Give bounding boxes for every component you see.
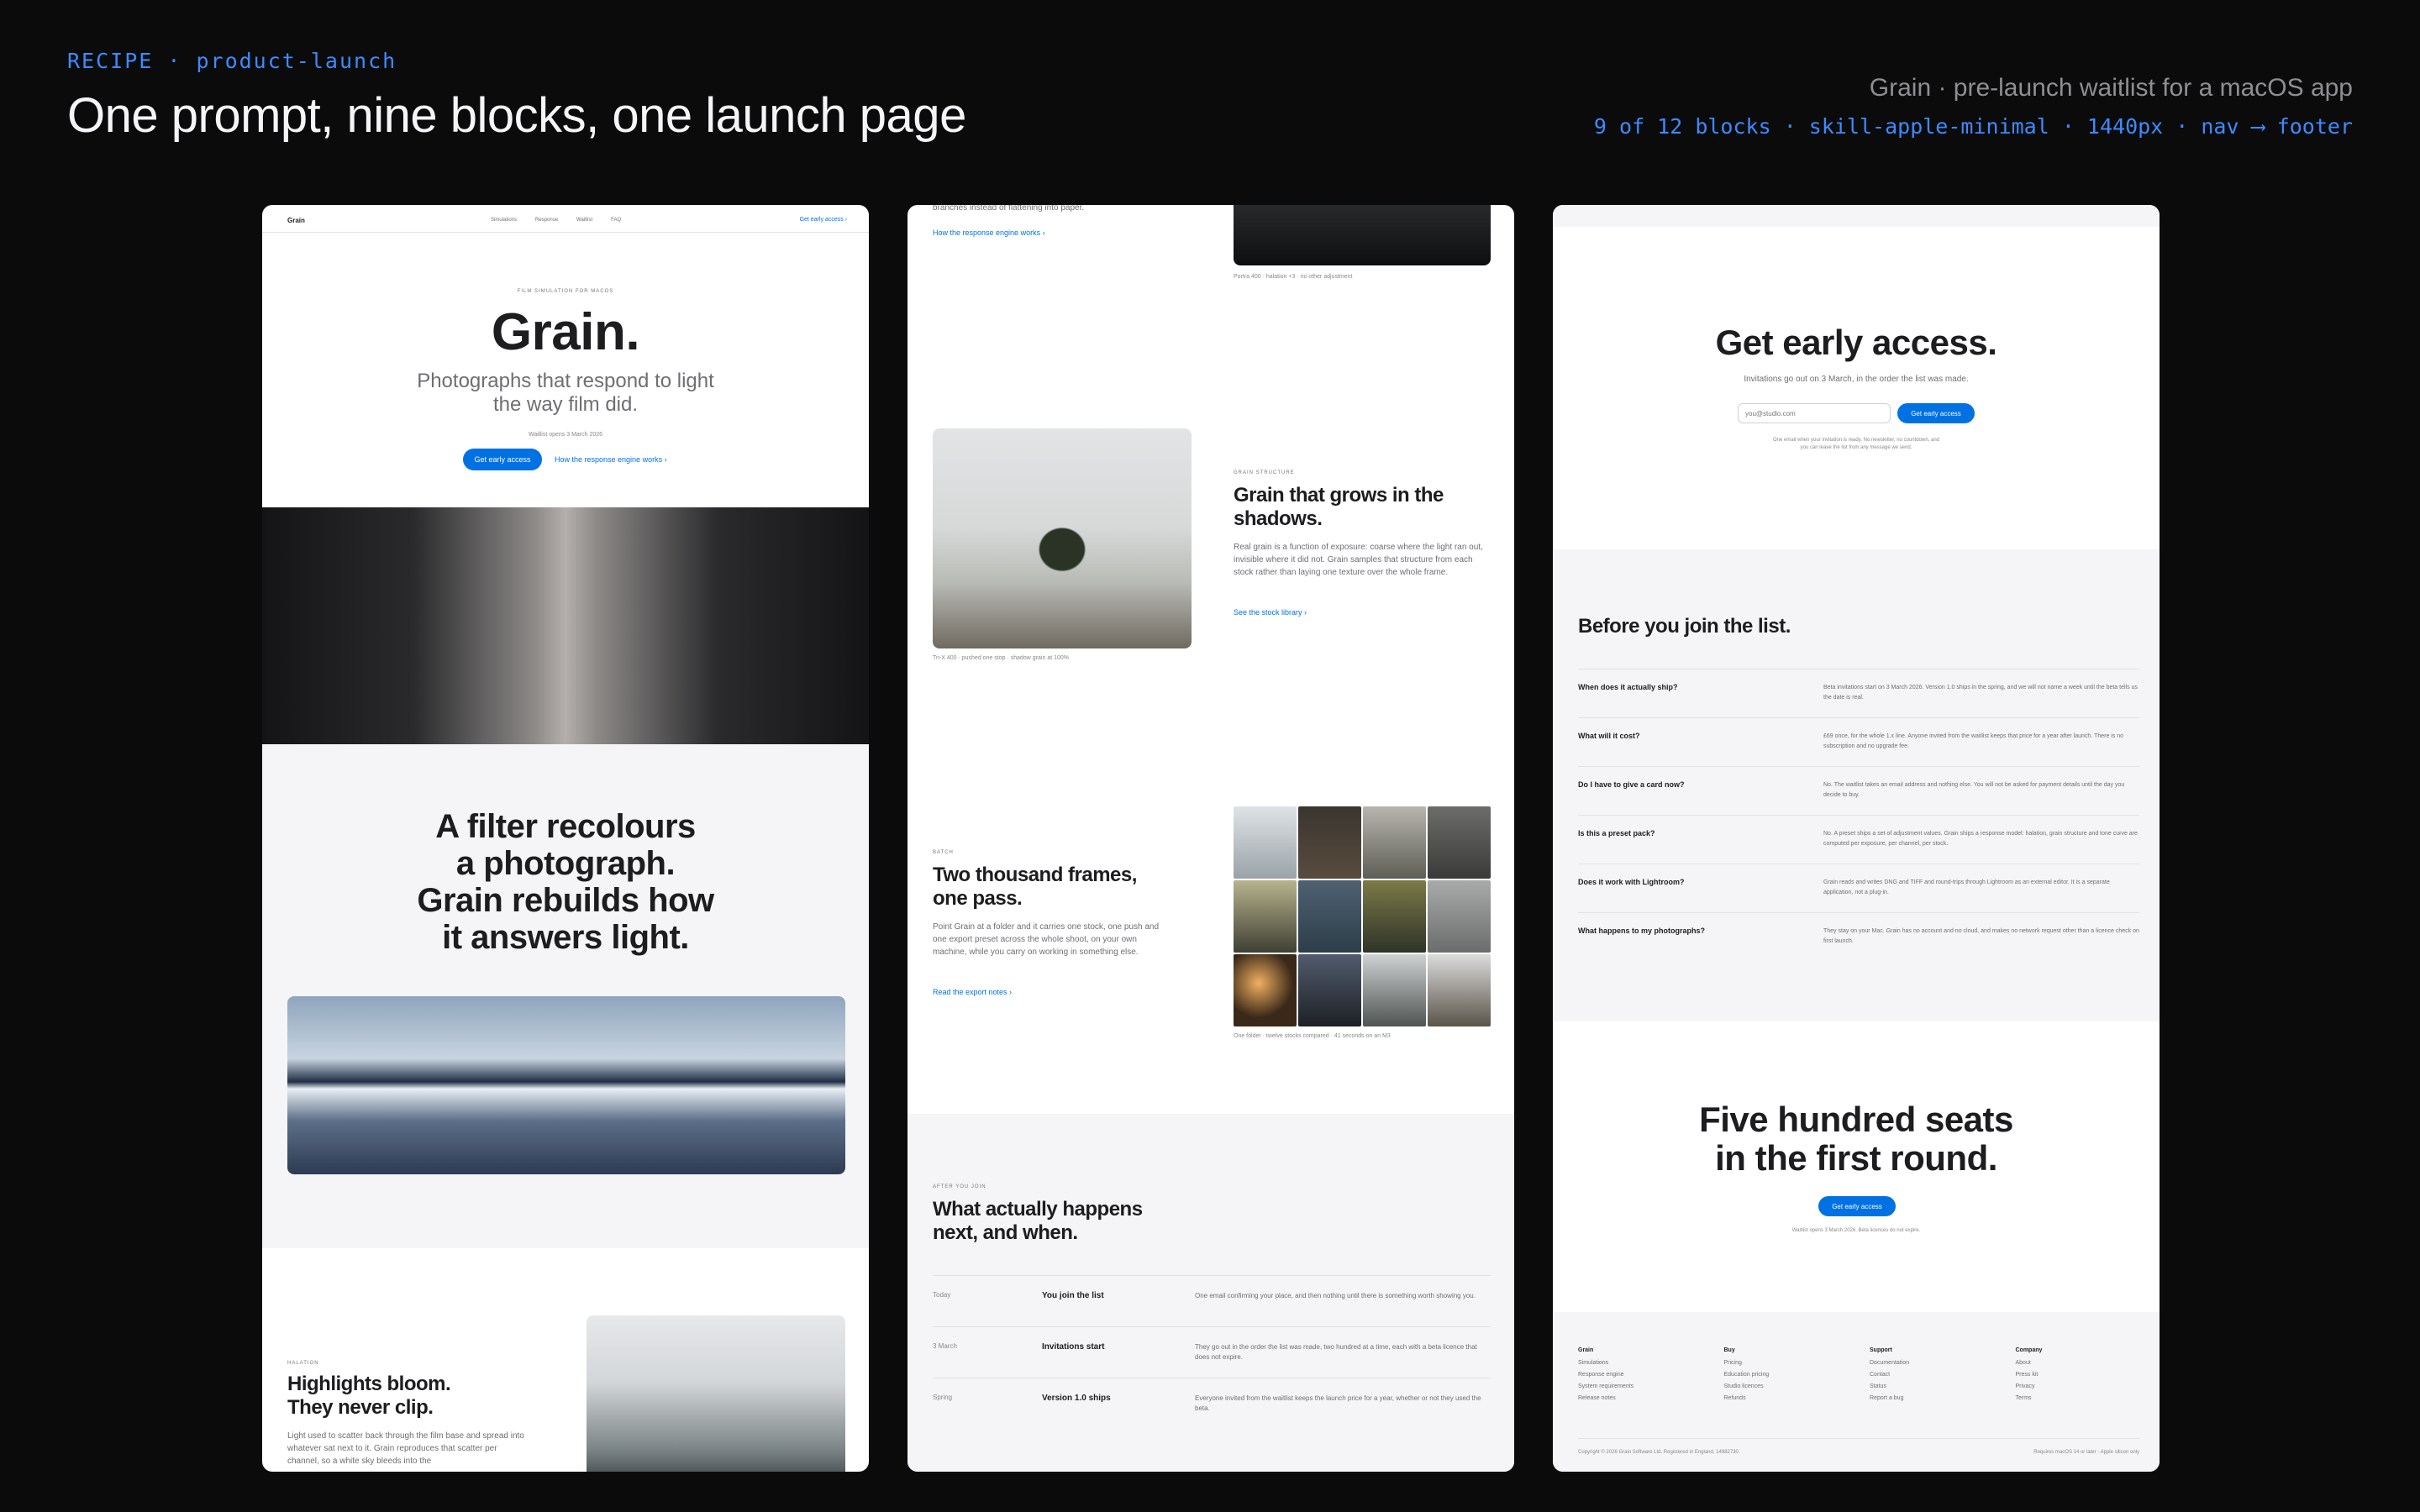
- footer-col-support: Support Documentation Contact Status Rep…: [1870, 1347, 2016, 1407]
- lake-image: [287, 996, 845, 1174]
- footer-link[interactable]: Privacy: [2016, 1383, 2139, 1389]
- footer: Grain Simulations Response engine System…: [1553, 1312, 2160, 1472]
- statement-section: A filter recolours a photograph. Grain reb…: [262, 744, 869, 1248]
- hero-tagline: Photographs that respond to light the way…: [417, 370, 714, 416]
- footer-link[interactable]: Education pricing: [1724, 1372, 1870, 1378]
- structure-caption: Tri-X 400 · pushed one stop · shadow gra…: [933, 655, 1070, 661]
- batch-caption: One folder · twelve stocks compared · 41…: [1234, 1033, 1391, 1039]
- recipe-tag: RECIPE · product-launch: [67, 49, 397, 73]
- nav-link-waitlist[interactable]: Waitlist: [576, 218, 592, 223]
- feature-eyebrow: HALATION: [287, 1361, 319, 1366]
- dark-image: [1234, 205, 1491, 265]
- nav-link-simulations[interactable]: Simulations: [491, 218, 517, 223]
- faq-item[interactable]: What happens to my photographs? They sta…: [1578, 913, 2139, 961]
- faq-list: When does it actually ship? Beta invitat…: [1578, 669, 2139, 961]
- timeline-row: Today You join the list One email confir…: [933, 1291, 1476, 1300]
- nav-link-response[interactable]: Response: [535, 218, 558, 223]
- faq-item[interactable]: What will it cost? £69 once, for the who…: [1578, 718, 2139, 766]
- batch-heading: Two thousand frames, one pass.: [933, 864, 1137, 910]
- timeline-heading: What actually happens next, and when.: [933, 1198, 1143, 1244]
- nav-cta-link[interactable]: Get early access ›: [800, 217, 847, 223]
- footer-col-buy: Buy Pricing Education pricing Studio lic…: [1724, 1347, 1870, 1407]
- footer-link[interactable]: Simulations: [1578, 1360, 1724, 1366]
- footer-link[interactable]: Studio licences: [1724, 1383, 1870, 1389]
- structure-heading: Grain that grows in the shadows.: [1234, 484, 1444, 530]
- hero-engine-link[interactable]: How the response engine works ›: [555, 455, 667, 464]
- footer-link[interactable]: Press kit: [2016, 1372, 2139, 1378]
- panel-features: branches instead of flattening into pape…: [908, 205, 1514, 1472]
- faq-section: Before you join the list. When does it a…: [1553, 549, 2160, 1021]
- signup-subtitle: Invitations go out on 3 March, in the or…: [1744, 375, 1969, 384]
- seats-note: Waitlist opens 3 March 2026. Beta licenc…: [1791, 1228, 1921, 1233]
- email-input[interactable]: [1738, 403, 1891, 423]
- feature-heading: Highlights bloom. They never clip.: [287, 1373, 451, 1419]
- export-notes-link[interactable]: Read the export notes ›: [933, 988, 1012, 996]
- faq-item[interactable]: Do I have to give a card now? No. The wa…: [1578, 767, 2139, 815]
- panel-signup: Get early access. Invitations go out on …: [1553, 205, 2160, 1472]
- page-subtitle: Grain · pre-launch waitlist for a macOS …: [1869, 74, 2353, 102]
- feature-body: Light used to scatter back through the f…: [287, 1431, 524, 1466]
- top-body: branches instead of flattening into pape…: [933, 205, 1085, 213]
- hero-title: Grain.: [491, 303, 640, 361]
- page-title: One prompt, nine blocks, one launch page: [67, 88, 966, 143]
- timeline-eyebrow: AFTER YOU JOIN: [933, 1184, 986, 1189]
- footer-link[interactable]: Refunds: [1724, 1395, 1870, 1401]
- structure-body: Real grain is a function of exposure: co…: [1234, 543, 1483, 577]
- footer-link[interactable]: About: [2016, 1360, 2139, 1366]
- fog-forest-image: [587, 1315, 845, 1472]
- faq-title: Before you join the list.: [1578, 615, 1791, 638]
- signup-title: Get early access.: [1715, 323, 1997, 362]
- footer-col-company: Company About Press kit Privacy Terms: [2016, 1347, 2139, 1407]
- hero-forest-image: [262, 507, 869, 744]
- nav-links: Simulations Response Waitlist FAQ: [491, 218, 621, 223]
- footer-link[interactable]: Release notes: [1578, 1395, 1724, 1401]
- statement-heading: A filter recolours a photograph. Grain reb…: [417, 808, 714, 956]
- footer-columns: Grain Simulations Response engine System…: [1578, 1347, 2139, 1407]
- footer-copyright: Copyright © 2026 Grain Software Ltd. Reg…: [1578, 1450, 1740, 1455]
- engine-link[interactable]: How the response engine works ›: [933, 228, 1045, 237]
- seats-cta-button[interactable]: Get early access: [1818, 1196, 1896, 1216]
- faq-item[interactable]: When does it actually ship? Beta invitat…: [1578, 669, 2139, 717]
- panel-hero: Grain Simulations Response Waitlist FAQ …: [262, 205, 869, 1472]
- nav-logo[interactable]: Grain: [287, 217, 305, 224]
- top-caption: Portra 400 · halation +3 · no other adju…: [1234, 274, 1353, 280]
- snow-tree-image: [933, 428, 1192, 648]
- hero-cta-button[interactable]: Get early access: [463, 449, 542, 470]
- footer-link[interactable]: Status: [1870, 1383, 2016, 1389]
- faq-item[interactable]: Does it work with Lightroom? Grain reads…: [1578, 864, 2139, 912]
- timeline-section: AFTER YOU JOIN What actually happens next…: [908, 1114, 1514, 1472]
- footer-link[interactable]: Response engine: [1578, 1372, 1724, 1378]
- stock-library-link[interactable]: See the stock library ›: [1234, 608, 1307, 617]
- footer-link[interactable]: Contact: [1870, 1372, 2016, 1378]
- timeline-list: Today You join the list One email confir…: [933, 1275, 1491, 1429]
- structure-eyebrow: GRAIN STRUCTURE: [1234, 470, 1295, 475]
- signup-fineprint: One email when your invitation is ready.…: [1773, 438, 1939, 450]
- timeline-row: Spring Version 1.0 ships Everyone invite…: [933, 1394, 1481, 1412]
- footer-link[interactable]: Report a bug: [1870, 1395, 2016, 1401]
- hero-eyebrow: FILM SIMULATION FOR MACOS: [517, 289, 614, 294]
- footer-link[interactable]: Documentation: [1870, 1360, 2016, 1366]
- hero-note: Waitlist opens 3 March 2026: [528, 432, 603, 438]
- footer-requirements: Requires macOS 14 or later · Apple silic…: [2033, 1450, 2139, 1455]
- faq-item[interactable]: Is this a preset pack? No. A preset ship…: [1578, 816, 2139, 864]
- batch-eyebrow: BATCH: [933, 850, 954, 855]
- footer-col-grain: Grain Simulations Response engine System…: [1578, 1347, 1724, 1407]
- footer-link[interactable]: Terms: [2016, 1395, 2139, 1401]
- page-meta: 9 of 12 blocks · skill-apple-minimal · 1…: [1593, 114, 2353, 139]
- stock-grid: [1234, 806, 1491, 1026]
- timeline-row: 3 March Invitations start They go out in…: [933, 1342, 1477, 1361]
- footer-link[interactable]: Pricing: [1724, 1360, 1870, 1366]
- nav-link-faq[interactable]: FAQ: [611, 218, 621, 223]
- seats-heading: Five hundred seats in the first round.: [1699, 1100, 2013, 1178]
- signup-cta-button[interactable]: Get early access: [1897, 403, 1975, 423]
- batch-body: Point Grain at a folder and it carries o…: [933, 922, 1160, 957]
- footer-link[interactable]: System requirements: [1578, 1383, 1724, 1389]
